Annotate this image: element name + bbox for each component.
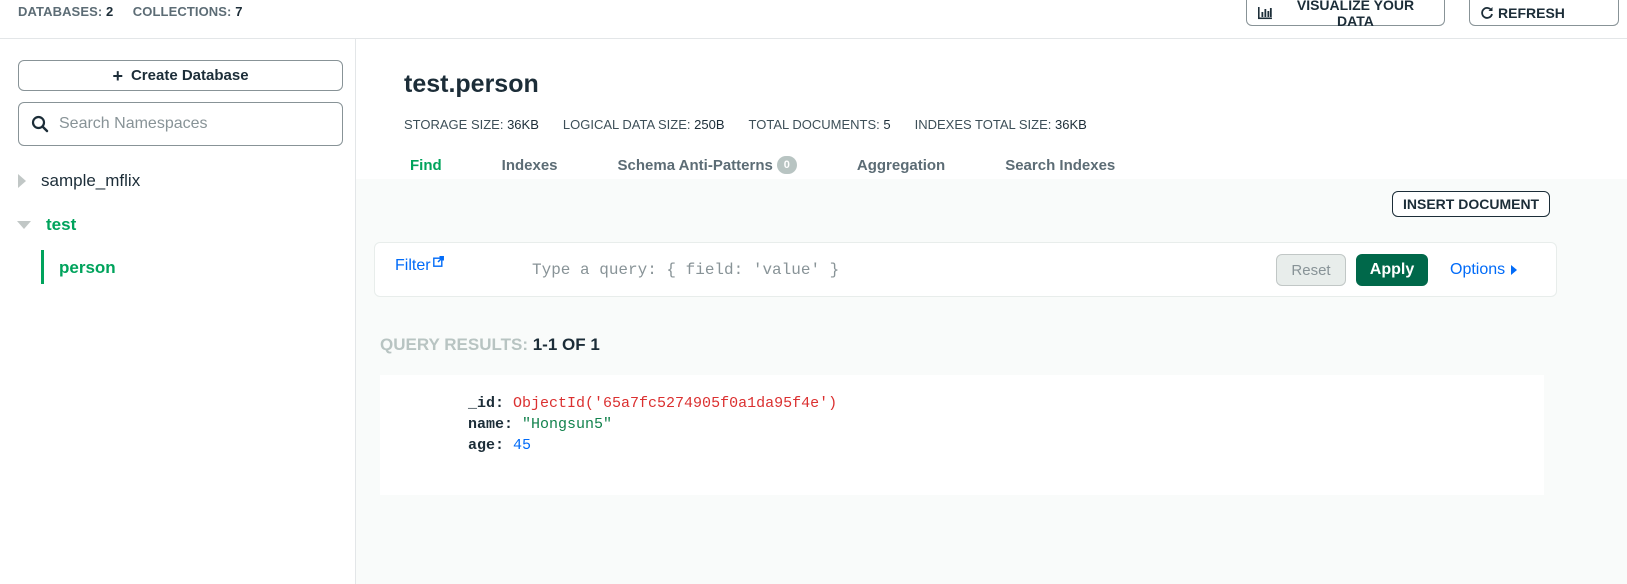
- document-card[interactable]: _id: ObjectId('65a7fc5274905f0a1da95f4e'…: [380, 375, 1544, 495]
- create-database-label: Create Database: [130, 67, 249, 84]
- documents-workspace: INSERT DOCUMENT Filter Reset Apply Optio…: [356, 179, 1627, 584]
- tab-indexes[interactable]: Indexes: [496, 153, 564, 177]
- query-bar: Filter Reset Apply Options: [374, 242, 1557, 297]
- page-title: test.person: [404, 70, 539, 98]
- field-id: _id: ObjectId('65a7fc5274905f0a1da95f4e'…: [468, 395, 838, 412]
- refresh-label: REFRESH: [1498, 4, 1565, 21]
- caret-down-icon: [17, 221, 31, 229]
- active-collection-indicator: [41, 250, 44, 284]
- bar-chart-icon: [1257, 6, 1272, 19]
- search-namespaces-box: [18, 102, 343, 146]
- sidebar-collection-person[interactable]: person: [59, 258, 116, 278]
- query-input[interactable]: [532, 255, 1232, 285]
- query-results-summary: QUERY RESULTS: 1-1 OF 1: [380, 335, 600, 354]
- anti-patterns-badge: 0: [776, 156, 797, 174]
- indexes-size-stat: INDEXES TOTAL SIZE: 36KB: [914, 117, 1087, 132]
- refresh-button[interactable]: REFRESH: [1469, 0, 1619, 26]
- total-documents-stat: TOTAL DOCUMENTS: 5: [748, 117, 891, 132]
- databases-count: 2: [106, 4, 114, 19]
- top-bar: DATABASES: 2 COLLECTIONS: 7 VISUALIZE YO…: [0, 0, 1627, 39]
- db-name-label: sample_mflix: [41, 171, 141, 190]
- sidebar-db-test[interactable]: test: [17, 215, 76, 235]
- options-toggle[interactable]: Options: [1450, 261, 1518, 279]
- sidebar: + Create Database sample_mflix test pers…: [0, 39, 356, 584]
- create-database-button[interactable]: + Create Database: [18, 60, 343, 91]
- visualize-data-button[interactable]: VISUALIZE YOUR DATA: [1246, 0, 1445, 29]
- logical-size-stat: LOGICAL DATA SIZE: 250B: [562, 117, 725, 132]
- sidebar-db-sample-mflix[interactable]: sample_mflix: [18, 171, 140, 191]
- caret-right-icon: [18, 174, 26, 188]
- collections-count: 7: [235, 4, 243, 19]
- collection-name-label: person: [59, 258, 116, 277]
- apply-button[interactable]: Apply: [1356, 254, 1428, 286]
- tab-aggregation[interactable]: Aggregation: [851, 153, 951, 177]
- reset-button[interactable]: Reset: [1276, 254, 1346, 286]
- tab-find[interactable]: Find: [404, 153, 448, 177]
- main-panel: test.person STORAGE SIZE: 36KB LOGICAL D…: [356, 39, 1627, 584]
- search-namespaces-input[interactable]: [59, 115, 319, 133]
- tab-schema-anti-patterns[interactable]: Schema Anti-Patterns 0: [612, 153, 803, 177]
- db-name-label: test: [46, 215, 77, 234]
- filter-link[interactable]: Filter: [395, 256, 444, 275]
- refresh-icon: [1481, 6, 1493, 19]
- instance-stats: DATABASES: 2 COLLECTIONS: 7: [18, 4, 243, 19]
- field-name: name: "Hongsun5": [468, 416, 613, 433]
- storage-size-stat: STORAGE SIZE: 36KB: [404, 117, 539, 132]
- tab-search-indexes[interactable]: Search Indexes: [999, 153, 1121, 177]
- collection-stats: STORAGE SIZE: 36KB LOGICAL DATA SIZE: 25…: [404, 117, 1087, 132]
- external-link-icon: [432, 256, 444, 267]
- insert-document-button[interactable]: INSERT DOCUMENT: [1392, 191, 1551, 217]
- caret-right-icon: [1511, 265, 1518, 275]
- visualize-data-label: VISUALIZE YOUR DATA: [1296, 0, 1415, 29]
- field-age: age: 45: [468, 437, 532, 454]
- collection-tabs: Find Indexes Schema Anti-Patterns 0 Aggr…: [404, 153, 1169, 177]
- plus-icon: +: [112, 65, 123, 86]
- databases-label: DATABASES:: [18, 4, 103, 19]
- collections-label: COLLECTIONS:: [132, 4, 232, 19]
- search-icon: [31, 115, 49, 133]
